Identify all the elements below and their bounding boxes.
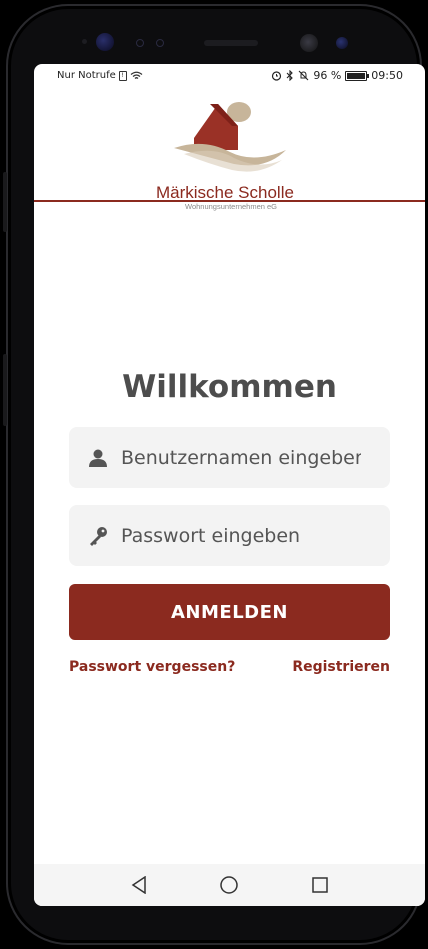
user-icon (87, 447, 109, 469)
carrier-label: Nur Notrufe (57, 70, 116, 81)
recents-square-icon[interactable] (305, 870, 335, 900)
key-icon (87, 525, 109, 547)
volume-button (3, 172, 7, 232)
power-button (3, 354, 7, 426)
battery-percent: 96 % (313, 69, 342, 82)
iris-scanner (96, 33, 114, 51)
mute-bell-icon (298, 70, 309, 81)
front-camera (300, 34, 318, 52)
sensor-dot (136, 39, 144, 47)
back-triangle-icon[interactable] (124, 870, 154, 900)
username-field[interactable] (69, 427, 390, 488)
register-link[interactable]: Registrieren (292, 659, 390, 675)
wifi-icon (130, 71, 143, 79)
login-button[interactable]: ANMELDEN (69, 584, 390, 640)
screen: Nur Notrufe ! 96 % 09:50 Märkische Schol… (34, 64, 425, 906)
home-circle-icon[interactable] (214, 870, 244, 900)
sensor-dot (82, 39, 87, 44)
password-input[interactable] (121, 524, 361, 547)
brand-subtitle: Wohnungsunternehmen eG (185, 202, 278, 211)
username-input[interactable] (121, 446, 361, 469)
android-nav-bar (34, 864, 425, 906)
status-bar: Nur Notrufe ! 96 % 09:50 (34, 64, 425, 86)
phone-frame: Nur Notrufe ! 96 % 09:50 Märkische Schol… (3, 4, 425, 945)
header-logo: Märkische Scholle Wohnungsunternehmen eG (34, 86, 425, 211)
front-camera-secondary (336, 37, 348, 49)
alarm-icon (272, 71, 282, 81)
sensor-dot (156, 39, 164, 47)
forgot-password-link[interactable]: Passwort vergessen? (69, 659, 235, 675)
earpiece-speaker (204, 40, 258, 46)
password-field[interactable] (69, 505, 390, 566)
welcome-title: Willkommen (122, 369, 337, 405)
header-divider (34, 200, 425, 202)
clock: 09:50 (371, 69, 403, 82)
battery-icon (345, 70, 370, 81)
bluetooth-icon (286, 70, 294, 81)
sim-icon: ! (118, 70, 127, 81)
